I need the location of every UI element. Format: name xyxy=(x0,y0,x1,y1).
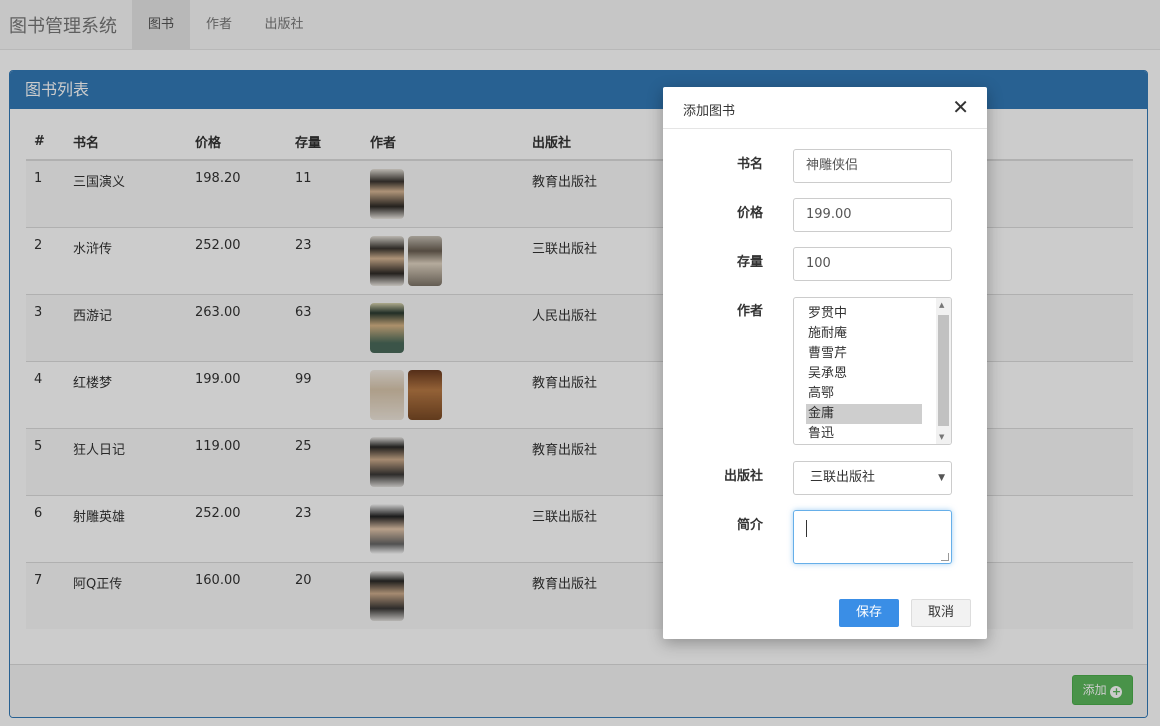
stock-label: 存量 xyxy=(736,255,763,270)
text-cursor xyxy=(806,520,807,537)
author-option[interactable]: 高鄂 xyxy=(806,384,922,404)
resize-grip-icon[interactable] xyxy=(941,553,949,561)
author-option[interactable]: 罗贯中 xyxy=(806,304,922,324)
add-book-modal: 添加图书 ✕ 书名 神雕侠侣 价格 199.00 存量 100 作者 罗贯中 施… xyxy=(663,87,987,639)
title-input[interactable]: 神雕侠侣 xyxy=(793,149,952,183)
author-option[interactable]: 鲁迅 xyxy=(806,424,922,444)
scroll-down-icon[interactable]: ▼ xyxy=(939,433,944,441)
authors-label: 作者 xyxy=(736,304,763,319)
author-option-selected[interactable]: 金庸 xyxy=(806,404,922,424)
authors-scrollbar[interactable]: ▲ ▼ xyxy=(936,298,951,444)
cancel-button[interactable]: 取消 xyxy=(911,599,971,627)
author-option[interactable]: 施耐庵 xyxy=(806,324,922,344)
close-icon[interactable]: ✕ xyxy=(952,97,969,117)
publisher-label: 出版社 xyxy=(723,469,763,484)
price-label: 价格 xyxy=(736,206,763,221)
authors-multiselect[interactable]: 罗贯中 施耐庵 曹雪芹 吴承恩 高鄂 金庸 鲁迅 ▲ ▼ xyxy=(793,297,952,445)
publisher-select[interactable]: 三联出版社 ▼ xyxy=(793,461,952,495)
title-label: 书名 xyxy=(736,157,763,172)
author-option[interactable]: 吴承恩 xyxy=(806,364,922,384)
modal-header: 添加图书 ✕ xyxy=(663,87,987,129)
price-input[interactable]: 199.00 xyxy=(793,198,952,232)
author-option[interactable]: 曹雪芹 xyxy=(806,344,922,364)
modal-title: 添加图书 xyxy=(683,104,736,119)
intro-label: 简介 xyxy=(736,518,763,533)
publisher-select-value: 三联出版社 xyxy=(810,470,876,485)
intro-textarea[interactable] xyxy=(793,510,952,564)
scroll-up-icon[interactable]: ▲ xyxy=(939,301,944,309)
scroll-thumb[interactable] xyxy=(938,315,949,426)
save-button[interactable]: 保存 xyxy=(839,599,899,627)
stock-input[interactable]: 100 xyxy=(793,247,952,281)
caret-down-icon: ▼ xyxy=(938,473,945,483)
